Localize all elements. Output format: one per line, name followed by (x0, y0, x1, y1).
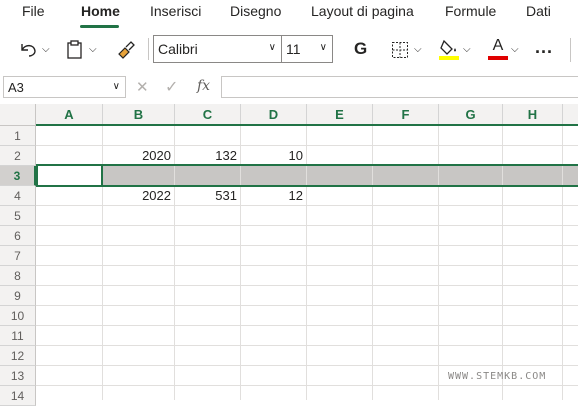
borders-button[interactable] (391, 41, 409, 64)
row-header-8[interactable]: 8 (0, 266, 36, 286)
column-header-d[interactable]: D (241, 104, 307, 126)
paste-button[interactable] (66, 40, 84, 65)
row-header-4[interactable]: 4 (0, 186, 36, 206)
grid-line (36, 345, 578, 346)
cell-c4[interactable]: 531 (175, 186, 237, 206)
toolbar-separator (148, 38, 149, 60)
font-size-dropdown[interactable]: 11 ∨ (281, 35, 333, 63)
tab-layout-di-pagina[interactable]: Layout di pagina (311, 3, 414, 19)
font-color-letter: A (492, 37, 504, 54)
tab-disegno[interactable]: Disegno (230, 3, 281, 19)
grid-line (36, 385, 578, 386)
font-name-dropdown[interactable]: Calibri ∨ (153, 35, 282, 63)
undo-icon (21, 44, 36, 57)
chevron-down-icon: ∨ (268, 42, 276, 53)
font-color-dropdown-chevron-icon[interactable]: ⌵ (511, 44, 519, 55)
name-box-value: A3 (8, 80, 24, 95)
chevron-down-icon: ∨ (112, 81, 120, 92)
cancel-icon[interactable]: ✕ (136, 78, 149, 96)
paste-dropdown-chevron-icon[interactable]: ⌵ (89, 44, 97, 55)
column-header-b[interactable]: B (103, 104, 175, 126)
fill-bucket-icon (439, 39, 459, 60)
grid-line (36, 265, 578, 266)
font-name-value: Calibri (158, 41, 198, 57)
tab-home[interactable]: Home (81, 3, 120, 19)
tab-file[interactable]: File (22, 3, 45, 19)
column-header-h[interactable]: H (503, 104, 563, 126)
row-header-13[interactable]: 13 (0, 366, 36, 386)
row-header-14[interactable]: 14 (0, 386, 36, 406)
tab-formule[interactable]: Formule (445, 3, 496, 19)
cell-d4[interactable]: 12 (241, 186, 303, 206)
undo-button[interactable] (18, 40, 38, 63)
name-box[interactable]: A3 ∨ (3, 76, 126, 98)
cell-b4[interactable]: 2022 (103, 186, 171, 206)
select-all-corner[interactable] (0, 104, 36, 126)
row-header-2[interactable]: 2 (0, 146, 36, 166)
borders-icon (392, 42, 408, 58)
column-header-g[interactable]: G (439, 104, 503, 126)
bold-button[interactable]: G (354, 40, 367, 57)
font-color-button[interactable]: A (488, 37, 508, 60)
cell-c2[interactable]: 132 (175, 146, 237, 166)
grid-line (36, 245, 578, 246)
column-header-i-partial[interactable] (563, 104, 578, 126)
font-size-value: 11 (286, 41, 301, 57)
formula-input[interactable] (221, 76, 578, 98)
column-header-c[interactable]: C (175, 104, 241, 126)
column-header-e[interactable]: E (307, 104, 373, 126)
row-header-12[interactable]: 12 (0, 346, 36, 366)
watermark-text: WWW.STEMKB.COM (448, 371, 547, 382)
active-tab-indicator (80, 25, 119, 28)
column-header-a[interactable]: A (36, 104, 103, 126)
grid-line (36, 285, 578, 286)
column-selection-indicator (36, 124, 578, 126)
row-header-5[interactable]: 5 (0, 206, 36, 226)
confirm-icon[interactable]: ✓ (165, 77, 178, 97)
clipboard-icon (67, 40, 82, 59)
selected-row-border (36, 164, 578, 187)
insert-function-button[interactable]: fx (197, 78, 210, 94)
grid-line (36, 325, 578, 326)
chevron-down-icon: ∨ (319, 42, 327, 53)
more-options-button[interactable]: ... (535, 38, 553, 56)
format-painter-icon (118, 41, 135, 59)
grid-line (36, 365, 578, 366)
row-header-7[interactable]: 7 (0, 246, 36, 266)
column-header-f[interactable]: F (373, 104, 439, 126)
undo-dropdown-chevron-icon[interactable]: ⌵ (42, 44, 50, 55)
row-header-6[interactable]: 6 (0, 226, 36, 246)
row-header-11[interactable]: 11 (0, 326, 36, 346)
row-header-9[interactable]: 9 (0, 286, 36, 306)
format-painter-button[interactable] (116, 40, 136, 65)
row-header-3[interactable]: 3 (0, 166, 36, 186)
fill-color-dropdown-chevron-icon[interactable]: ⌵ (463, 44, 471, 55)
tab-inserisci[interactable]: Inserisci (150, 3, 201, 19)
grid-line (36, 225, 578, 226)
fill-color-swatch (439, 56, 459, 60)
borders-dropdown-chevron-icon[interactable]: ⌵ (414, 44, 422, 55)
cell-b2[interactable]: 2020 (103, 146, 171, 166)
font-color-swatch (488, 56, 508, 60)
row-header-10[interactable]: 10 (0, 306, 36, 326)
toolbar-scroll-edge (570, 38, 571, 62)
fill-color-button[interactable] (439, 38, 459, 65)
cell-d2[interactable]: 10 (241, 146, 303, 166)
grid-line (36, 305, 578, 306)
active-cell-a3[interactable] (36, 164, 103, 187)
tab-dati[interactable]: Dati (526, 3, 551, 19)
row-header-1[interactable]: 1 (0, 126, 36, 146)
